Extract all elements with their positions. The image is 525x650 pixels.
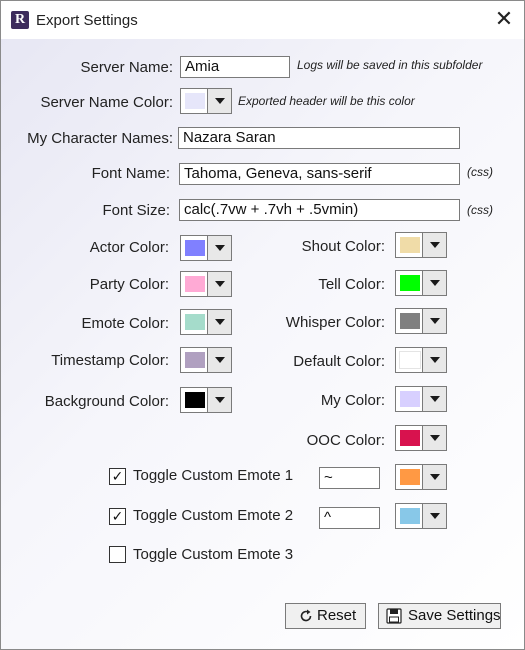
window-title: Export Settings [36, 12, 138, 29]
chevron-down-icon[interactable] [207, 388, 231, 412]
actor-color-label: Actor Color: [89, 239, 169, 256]
floppy-disk-icon [386, 608, 402, 624]
shout-color-picker[interactable] [395, 232, 447, 258]
server-name-input[interactable]: Amia [180, 56, 290, 78]
chevron-down-icon[interactable] [422, 387, 446, 411]
color-swatch [400, 313, 420, 329]
chevron-down-icon[interactable] [422, 271, 446, 295]
default-color-picker[interactable] [395, 347, 447, 373]
color-swatch [399, 351, 421, 369]
character-names-input[interactable]: Nazara Saran [178, 127, 460, 149]
export-settings-window: R Export Settings ✕ Server Name: Amia Lo… [0, 0, 525, 650]
chevron-down-icon[interactable] [207, 272, 231, 296]
color-swatch [400, 275, 420, 291]
party-color-picker[interactable] [180, 271, 232, 297]
server-name-color-hint: Exported header will be this color [238, 94, 415, 108]
color-swatch [185, 93, 205, 109]
shout-color-label: Shout Color: [301, 238, 385, 255]
custom-emote-1-checkbox[interactable]: ✓ [109, 468, 126, 485]
chevron-down-icon[interactable] [207, 310, 231, 334]
tell-color-label: Tell Color: [318, 276, 385, 293]
custom-emote-3-label: Toggle Custom Emote 3 [133, 546, 294, 563]
reset-button[interactable]: Reset [285, 603, 366, 629]
custom-emote-1-label: Toggle Custom Emote 1 [133, 467, 294, 484]
font-name-label: Font Name: [91, 165, 170, 182]
title-bar: R Export Settings ✕ [1, 1, 524, 39]
color-swatch [400, 237, 420, 253]
ooc-color-picker[interactable] [395, 425, 447, 451]
ooc-color-label: OOC Color: [306, 432, 385, 449]
font-name-css-hint: (css) [467, 165, 493, 179]
background-color-label: Background Color: [44, 393, 169, 410]
party-color-label: Party Color: [89, 276, 169, 293]
chevron-down-icon[interactable] [422, 348, 446, 372]
whisper-color-picker[interactable] [395, 308, 447, 334]
emote-color-label: Emote Color: [81, 315, 169, 332]
custom-emote-1-symbol-input[interactable]: ~ [319, 467, 380, 489]
my-color-label: My Color: [320, 392, 385, 409]
tell-color-picker[interactable] [395, 270, 447, 296]
server-name-label: Server Name: [80, 59, 173, 76]
color-swatch [185, 392, 205, 408]
custom-emote-3-checkbox[interactable] [109, 546, 126, 563]
color-swatch [400, 391, 420, 407]
server-name-hint: Logs will be saved in this subfolder [297, 58, 483, 72]
chevron-down-icon[interactable] [422, 233, 446, 257]
timestamp-color-picker[interactable] [180, 347, 232, 373]
color-swatch [185, 314, 205, 330]
font-size-css-hint: (css) [467, 203, 493, 217]
chevron-down-icon[interactable] [207, 236, 231, 260]
my-color-picker[interactable] [395, 386, 447, 412]
custom-emote-2-checkbox[interactable]: ✓ [109, 508, 126, 525]
color-swatch [185, 276, 205, 292]
background-color-picker[interactable] [180, 387, 232, 413]
chevron-down-icon[interactable] [422, 309, 446, 333]
close-icon[interactable]: ✕ [491, 7, 517, 33]
color-swatch [400, 469, 420, 485]
chevron-down-icon[interactable] [207, 89, 231, 113]
chevron-down-icon[interactable] [207, 348, 231, 372]
color-swatch [400, 430, 420, 446]
save-settings-button[interactable]: Save Settings [378, 603, 501, 629]
refresh-icon [300, 609, 312, 622]
timestamp-color-label: Timestamp Color: [51, 352, 169, 369]
custom-emote-2-label: Toggle Custom Emote 2 [133, 507, 294, 524]
app-logo-icon: R [11, 11, 29, 29]
whisper-color-label: Whisper Color: [285, 314, 385, 331]
font-size-input[interactable]: calc(.7vw + .7vh + .5vmin) [179, 199, 460, 221]
emote-color-picker[interactable] [180, 309, 232, 335]
chevron-down-icon[interactable] [422, 426, 446, 450]
color-swatch [185, 352, 205, 368]
chevron-down-icon[interactable] [422, 504, 446, 528]
reset-button-label: Reset [317, 607, 357, 624]
save-settings-button-label: Save Settings [408, 607, 501, 624]
default-color-label: Default Color: [293, 353, 385, 370]
custom-emote-2-symbol-input[interactable]: ^ [319, 507, 380, 529]
custom-emote-2-color-picker[interactable] [395, 503, 447, 529]
custom-emote-1-color-picker[interactable] [395, 464, 447, 490]
font-name-input[interactable]: Tahoma, Geneva, sans-serif [179, 163, 460, 185]
chevron-down-icon[interactable] [422, 465, 446, 489]
actor-color-picker[interactable] [180, 235, 232, 261]
color-swatch [185, 240, 205, 256]
server-name-color-picker[interactable] [180, 88, 232, 114]
color-swatch [400, 508, 420, 524]
server-name-color-label: Server Name Color: [40, 94, 173, 111]
character-names-label: My Character Names: [27, 130, 173, 147]
font-size-label: Font Size: [102, 202, 170, 219]
